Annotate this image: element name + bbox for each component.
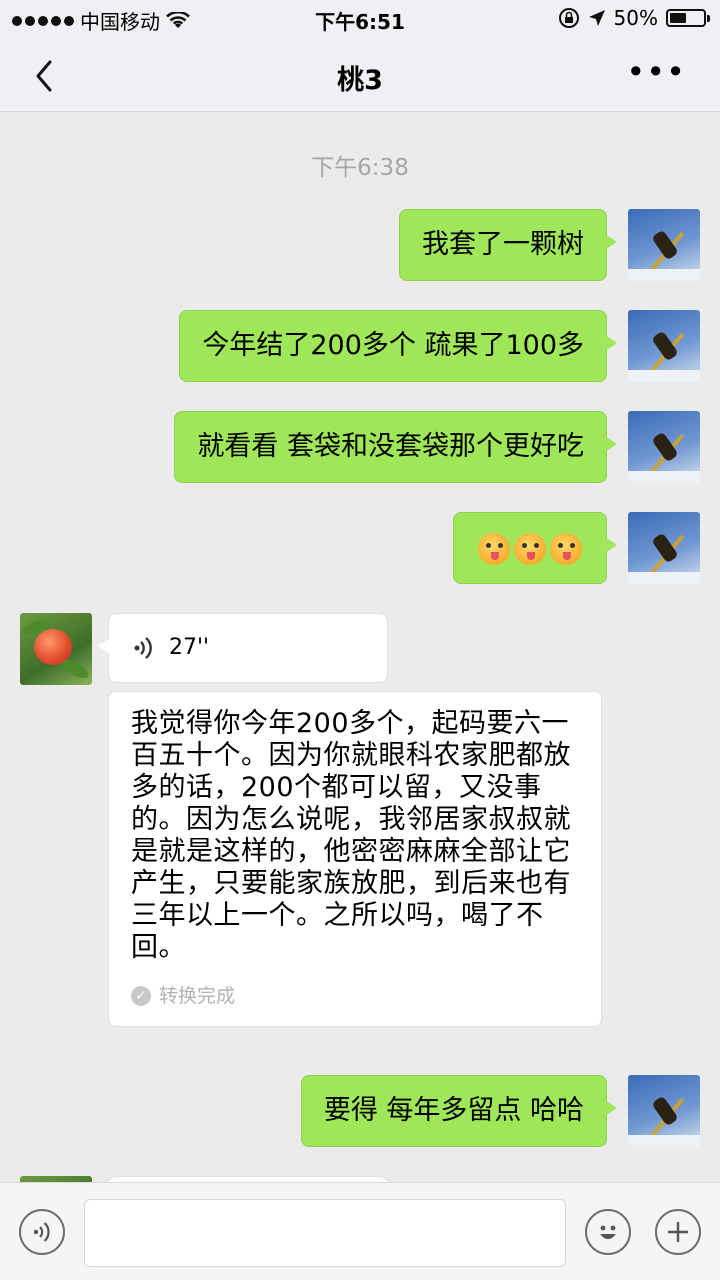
avatar-me[interactable] [628,411,700,483]
message-text: 要得 每年多留点 哈哈 [323,1095,584,1126]
battery-fill [670,13,686,23]
voice-wave-icon [33,1222,50,1242]
chat-area[interactable]: 下午6:38 我套了一颗树 今年结了200多个 疏果了100多 就看看 套袋和没… [0,112,720,1182]
message-text: 今年结了200多个 疏果了100多 [202,330,584,361]
transcript-text: 我觉得你今年200多个，起码要六一百五十个。因为你就眼科农家肥都放多的话，200… [131,708,571,963]
voice-transcript-bubble[interactable]: 我觉得你今年200多个，起码要六一百五十个。因为你就眼科农家肥都放多的话，200… [108,691,602,1027]
voice-wave-icon [134,637,152,659]
voice-duration: 27'' [169,635,210,660]
avatar-me[interactable] [628,1075,700,1147]
emoji-button[interactable] [585,1209,631,1255]
wink-tongue-emoji-icon [478,532,510,565]
transcript-status: ✓ 转换完成 [131,980,579,1012]
input-bar [0,1182,720,1280]
check-icon: ✓ [131,986,151,1006]
message-bubble-me[interactable]: 要得 每年多留点 哈哈 [300,1075,618,1147]
avatar-other[interactable] [20,613,92,685]
message-bubble-me[interactable] [453,512,617,584]
battery-percent: 50% [613,6,658,30]
message-input[interactable] [84,1199,566,1267]
status-bar: 中国移动 下午6:51 50% [0,0,720,38]
status-right: 50% [558,6,710,30]
smiley-icon [600,1225,616,1239]
avatar-me[interactable] [628,310,700,382]
message-bubble-me[interactable]: 我套了一颗树 [399,209,617,281]
more-dots-icon[interactable]: ••• [626,56,686,88]
plus-button[interactable] [655,1209,701,1255]
message-text: 就看看 套袋和没套袋那个更好吃 [197,431,584,462]
avatar-me[interactable] [628,512,700,584]
message-bubble-me[interactable]: 就看看 套袋和没套袋那个更好吃 [174,411,617,483]
location-arrow-icon [588,10,605,26]
voice-input-button[interactable] [19,1209,65,1255]
wink-tongue-emoji-icon [514,532,546,565]
chat-title: 桃3 [337,65,383,96]
plus-icon [668,1222,688,1242]
nav-bar: 桃3 ••• [0,38,720,112]
message-timestamp: 下午6:38 [311,155,409,181]
wink-tongue-emoji-icon [550,532,582,565]
message-text: 我套了一颗树 [422,229,584,260]
message-bubble-me[interactable]: 今年结了200多个 疏果了100多 [179,310,617,382]
voice-message-bubble[interactable]: 27'' [98,613,388,683]
battery-icon [666,9,710,27]
avatar-me[interactable] [628,209,700,281]
transcript-status-label: 转换完成 [159,985,236,1007]
rotation-lock-icon [558,8,579,28]
